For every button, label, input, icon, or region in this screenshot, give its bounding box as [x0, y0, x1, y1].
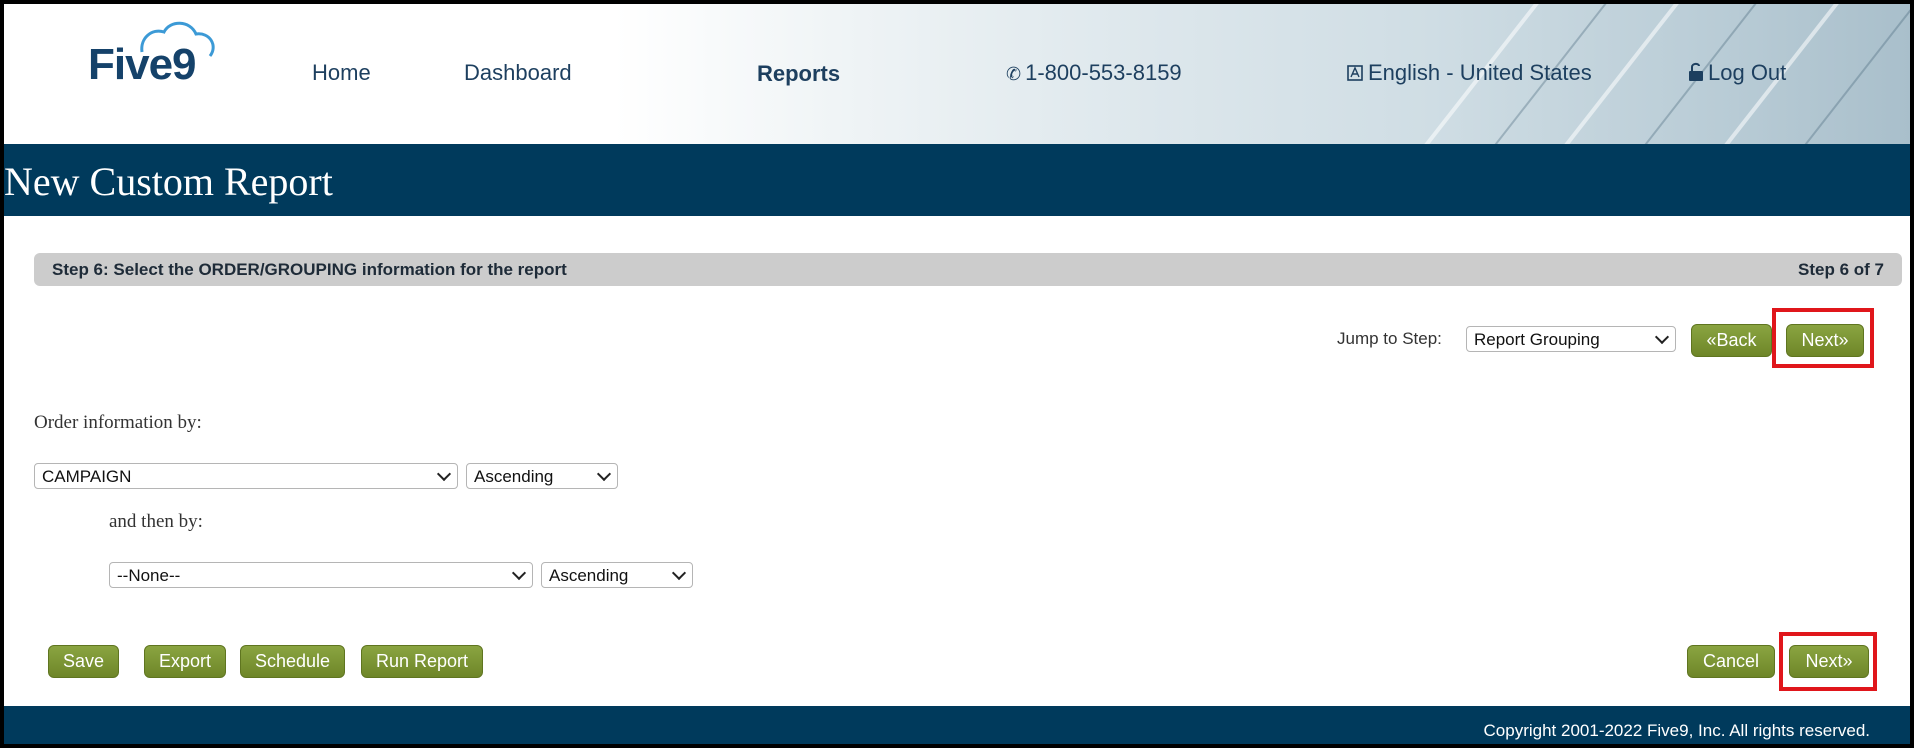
chevron-down-icon	[671, 565, 687, 581]
chevron-down-icon	[436, 466, 452, 482]
order-field-2-select[interactable]: --None--	[109, 562, 533, 588]
nav-logout[interactable]: Log Out	[1688, 60, 1786, 86]
schedule-button[interactable]: Schedule	[240, 645, 345, 678]
chevron-down-icon	[596, 466, 612, 482]
step-description: Step 6: Select the ORDER/GROUPING inform…	[52, 260, 567, 280]
title-band: New Custom Report	[4, 144, 1910, 216]
step-description-emphasis: ORDER/GROUPING	[198, 260, 358, 279]
next-button-bottom[interactable]: Next»	[1789, 645, 1869, 678]
unlock-icon	[1688, 62, 1704, 85]
export-button[interactable]: Export	[144, 645, 226, 678]
jump-to-step-select[interactable]: Report Grouping	[1466, 326, 1676, 352]
then-by-label: and then by:	[109, 511, 203, 532]
next-button-top[interactable]: Next»	[1786, 324, 1864, 357]
app-frame: Five9 Home Dashboard Reports ✆ 1-800-553-…	[4, 4, 1910, 744]
nav-home[interactable]: Home	[312, 60, 371, 86]
back-button[interactable]: «Back	[1691, 324, 1772, 357]
order-direction-1-value: Ascending	[474, 467, 554, 486]
jump-to-step-value: Report Grouping	[1474, 330, 1600, 349]
logout-label: Log Out	[1708, 60, 1787, 85]
top-header: Five9 Home Dashboard Reports ✆ 1-800-553-…	[4, 4, 1910, 144]
nav-reports[interactable]: Reports	[757, 61, 840, 87]
order-field-1-select[interactable]: CAMPAIGN	[34, 463, 458, 489]
order-direction-2-value: Ascending	[549, 566, 629, 585]
footer: Copyright 2001-2022 Five9, Inc. All righ…	[4, 706, 1910, 744]
phone-number: 1-800-553-8159	[1025, 60, 1182, 85]
chevron-down-icon	[511, 565, 527, 581]
copyright-text: Copyright 2001-2022 Five9, Inc. All righ…	[1483, 721, 1870, 740]
nav-language[interactable]: English - United States	[1346, 60, 1592, 86]
run-report-button[interactable]: Run Report	[361, 645, 483, 678]
jump-to-step-label: Jump to Step:	[1337, 329, 1442, 348]
step-description-suffix: information for the report	[357, 260, 567, 279]
language-icon	[1346, 64, 1364, 85]
step-counter: Step 6 of 7	[1798, 260, 1884, 279]
cancel-button[interactable]: Cancel	[1687, 645, 1775, 678]
order-field-2-value: --None--	[117, 566, 181, 585]
logo-text: Five9	[88, 40, 197, 89]
order-direction-1-select[interactable]: Ascending	[466, 463, 618, 489]
nav-phone[interactable]: ✆ 1-800-553-8159	[1006, 60, 1182, 86]
five9-logo[interactable]: Five9	[86, 18, 222, 94]
chevron-down-icon	[1654, 329, 1670, 345]
phone-icon: ✆	[1006, 64, 1022, 84]
save-button[interactable]: Save	[48, 645, 119, 678]
step-description-prefix: Step 6: Select the	[52, 260, 199, 279]
nav-dashboard[interactable]: Dashboard	[464, 60, 572, 86]
step-bar: Step 6: Select the ORDER/GROUPING inform…	[34, 253, 1902, 286]
order-direction-2-select[interactable]: Ascending	[541, 562, 693, 588]
language-label: English - United States	[1368, 60, 1592, 85]
order-field-1-value: CAMPAIGN	[42, 467, 132, 486]
order-by-label: Order information by:	[34, 412, 202, 433]
page-title: New Custom Report	[4, 159, 333, 204]
